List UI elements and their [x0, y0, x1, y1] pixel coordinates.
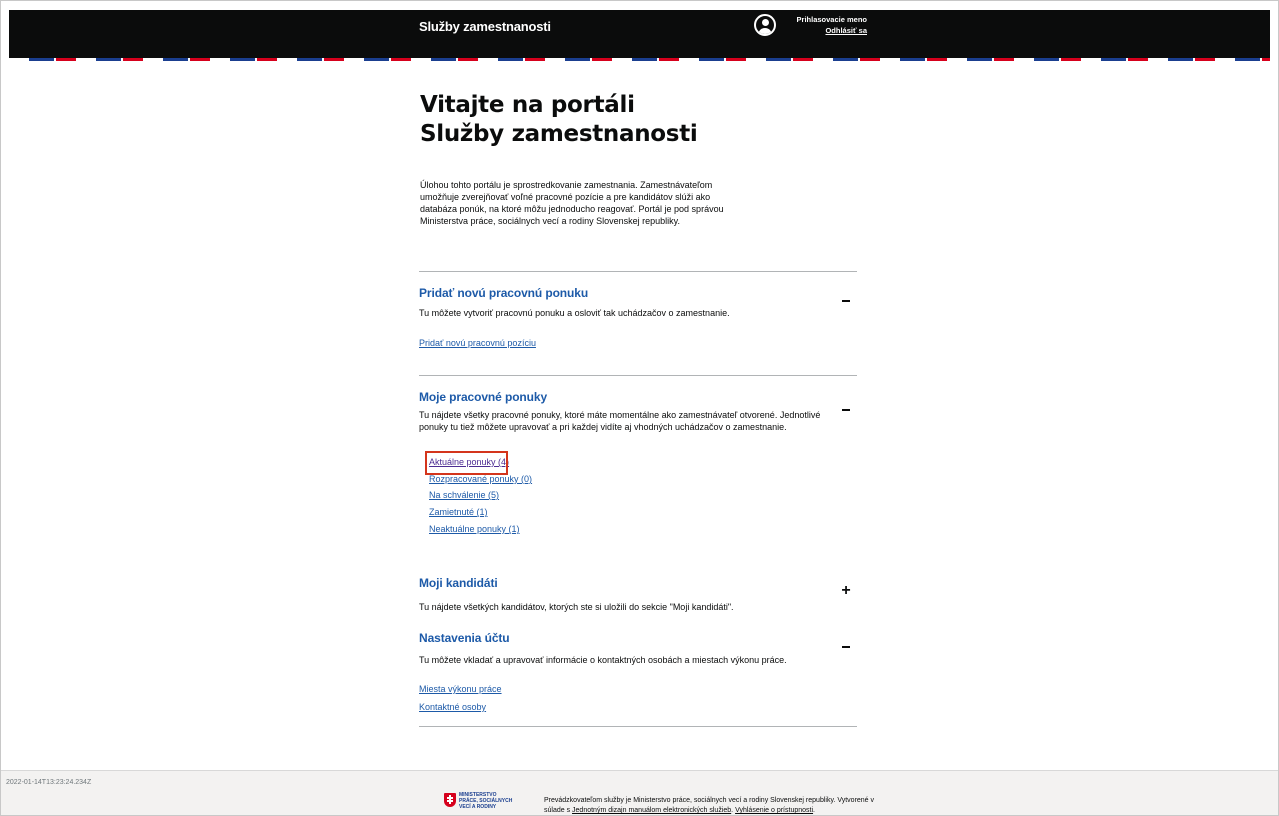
link-drafts[interactable]: Rozpracované ponuky (0) [429, 474, 532, 484]
section-desc-my-candidates: Tu nájdete všetkých kandidátov, ktorých … [419, 602, 734, 612]
link-rejected[interactable]: Zamietnuté (1) [429, 507, 488, 517]
build-timestamp: 2022-01-14T13:23:24.234Z [6, 779, 92, 786]
collapse-toggle-account-settings[interactable] [840, 641, 852, 653]
slovak-coat-of-arms-icon [444, 793, 456, 807]
accessibility-statement-link[interactable]: Vyhlásenie o prístupnosti [735, 807, 813, 814]
footer-text: Prevádzkovateľom služby je Ministerstvo … [544, 797, 875, 814]
section-divider [419, 271, 857, 272]
section-desc-my-jobs: Tu nájdete všetky pracovné ponuky, ktoré… [419, 410, 821, 432]
link-pending-approval[interactable]: Na schválenie (5) [429, 490, 499, 500]
expand-toggle-my-candidates[interactable]: + [840, 583, 852, 599]
logout-link[interactable]: Odhlásiť sa [779, 26, 867, 35]
flag-stripe-divider [9, 58, 1270, 61]
minus-icon [842, 409, 850, 411]
link-contact-persons[interactable]: Kontaktné osoby [419, 702, 486, 712]
page-title: Vitajte na portáli Služby zamestnanosti [420, 92, 698, 147]
section-title-account-settings: Nastavenia účtu [419, 631, 510, 645]
user-circle-icon [754, 14, 776, 36]
ministry-logo-text: MINISTERSTVO PRÁCE, SOCIÁLNYCH VECÍ A RO… [459, 792, 513, 810]
ministry-logo[interactable]: MINISTERSTVO PRÁCE, SOCIÁLNYCH VECÍ A RO… [444, 792, 524, 815]
link-inactive-offers[interactable]: Neaktuálne ponuky (1) [429, 524, 520, 534]
link-add-new-position[interactable]: Pridať novú pracovnú pozíciu [419, 338, 536, 348]
site-title[interactable]: Služby zamestnanosti [419, 19, 551, 34]
main-content: Vitajte na portáli Služby zamestnanosti … [420, 91, 860, 226]
section-desc-account-settings: Tu môžete vkladať a upravovať informácie… [419, 655, 787, 665]
link-work-locations[interactable]: Miesta výkonu práce [419, 684, 502, 694]
section-divider [419, 375, 857, 376]
intro-text: Úlohou tohto portálu je sprostredkovanie… [420, 180, 724, 226]
highlight-box [425, 451, 508, 475]
design-manual-link[interactable]: Jednotným dizajn manuálom elektronických… [572, 807, 731, 814]
minus-icon [842, 300, 850, 302]
section-title-my-candidates: Moji kandidáti [419, 576, 498, 590]
site-header [9, 10, 1270, 58]
section-title-add-job: Pridať novú pracovnú ponuku [419, 286, 589, 300]
section-title-my-jobs: Moje pracovné ponuky [419, 390, 548, 404]
section-desc-add-job: Tu môžete vytvoriť pracovnú ponuku a osl… [419, 308, 730, 318]
section-divider [419, 726, 857, 727]
username-label: Prihlasovacie meno [796, 15, 867, 24]
minus-icon [842, 646, 850, 648]
collapse-toggle-my-jobs[interactable] [840, 404, 852, 416]
collapse-toggle-add-job[interactable] [840, 295, 852, 307]
